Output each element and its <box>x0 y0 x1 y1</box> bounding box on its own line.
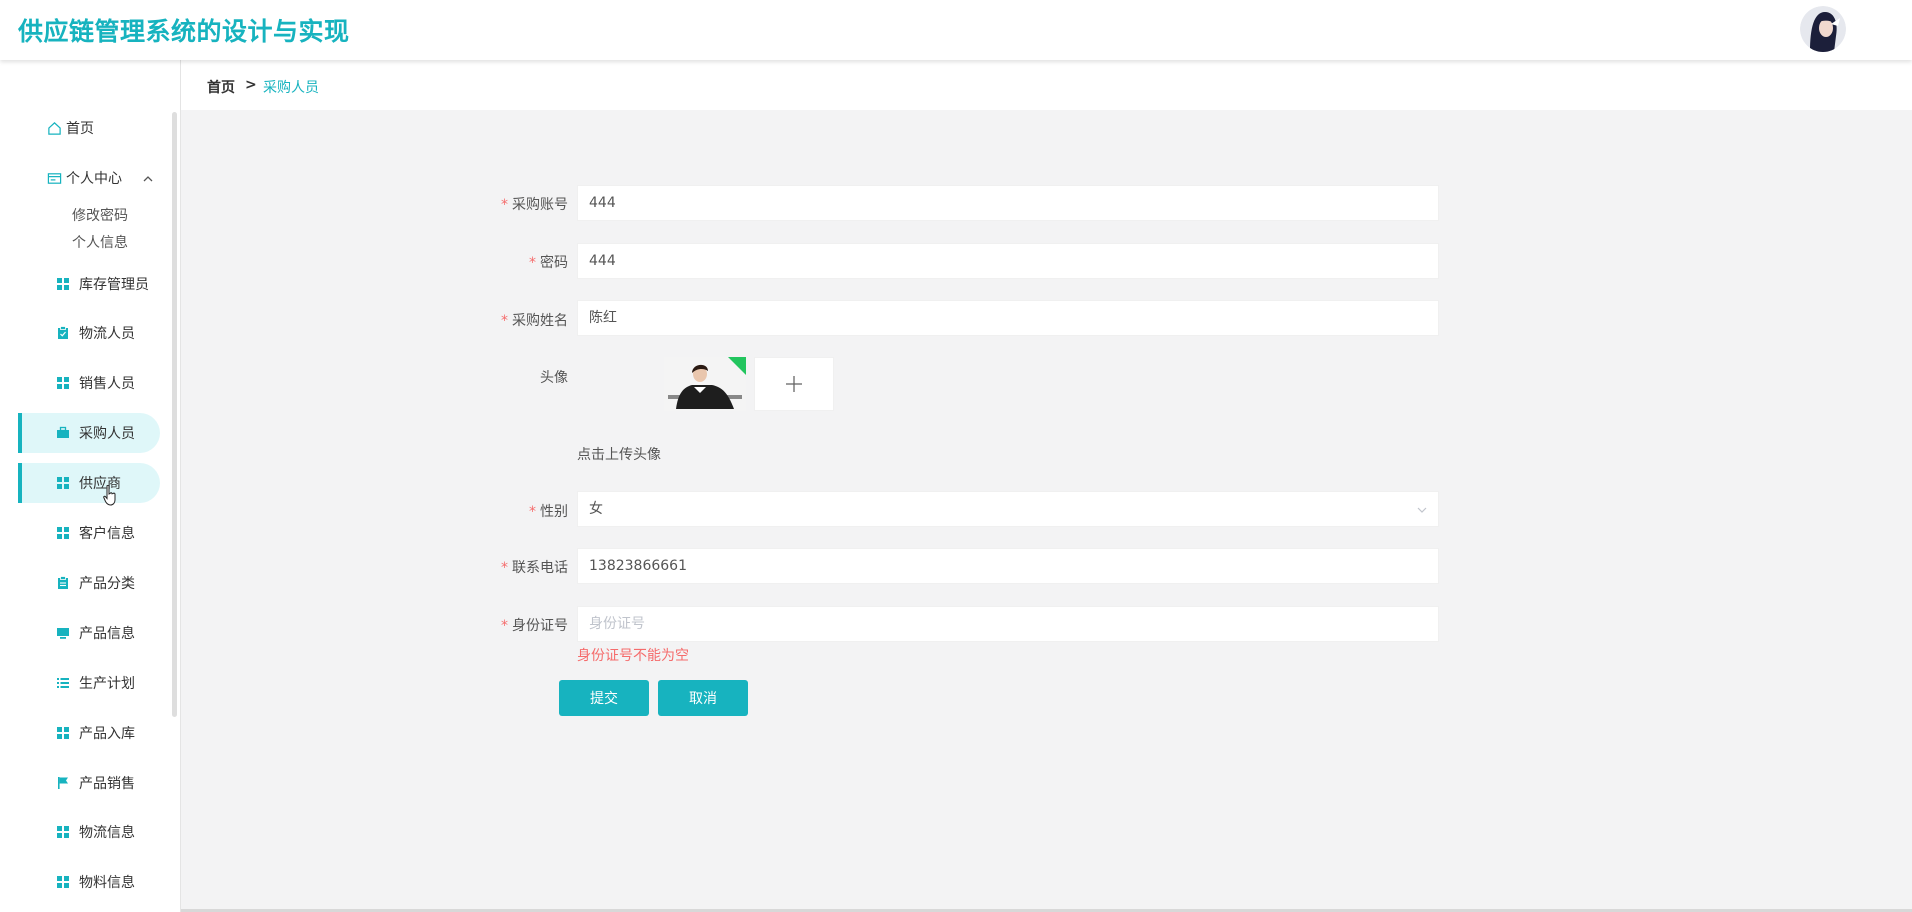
sidebar-item-personal-center[interactable]: 个人中心 <box>47 168 122 188</box>
sidebar-item-label: 物流信息 <box>79 825 135 841</box>
gender-select[interactable]: 女 <box>577 491 1439 527</box>
sidebar-item-sales-staff[interactable]: 销售人员 <box>18 363 160 403</box>
sidebar-subitem-change-password[interactable]: 修改密码 <box>72 205 128 225</box>
sidebar-item-customer-info[interactable]: 客户信息 <box>18 513 160 553</box>
phone-label: * 联系电话 <box>501 560 568 576</box>
sidebar-item-inventory-admin[interactable]: 库存管理员 <box>18 264 160 304</box>
grid-icon <box>57 477 69 489</box>
sidebar-item-label: 产品分类 <box>79 576 135 592</box>
sidebar-item-production-plan[interactable]: 生产计划 <box>18 663 160 703</box>
monitor-icon <box>57 628 69 639</box>
plus-icon <box>786 376 802 392</box>
avatar-thumbnail[interactable] <box>664 357 746 411</box>
password-label: * 密码 <box>529 255 568 271</box>
sidebar-item-label: 产品销售 <box>79 776 135 792</box>
sidebar-item-product-info[interactable]: 产品信息 <box>18 613 160 653</box>
briefcase-icon <box>57 426 69 438</box>
top-bar: 供应链管理系统的设计与实现 <box>0 0 1912 60</box>
sidebar: 首页 个人中心 修改密码 个人信息 库存管理员 物流人员 销售人员 采购人员 供… <box>0 60 181 912</box>
breadcrumb-home[interactable]: 首页 <box>207 77 235 97</box>
sidebar-item-label: 物料信息 <box>79 875 135 891</box>
name-input[interactable]: 陈红 <box>577 300 1439 336</box>
idcard-error-message: 身份证号不能为空 <box>577 648 689 664</box>
sidebar-item-label: 产品信息 <box>79 626 135 642</box>
sidebar-item-label: 客户信息 <box>79 526 135 542</box>
sidebar-item-label: 销售人员 <box>79 376 135 392</box>
password-input[interactable]: 444 <box>577 243 1439 279</box>
sidebar-item-label: 首页 <box>66 121 94 137</box>
sidebar-item-supplier[interactable]: 供应商 <box>18 463 160 503</box>
account-input[interactable]: 444 <box>577 185 1439 221</box>
submit-button[interactable]: 提交 <box>559 680 649 716</box>
breadcrumb-separator: > <box>245 77 257 93</box>
sidebar-item-label: 生产计划 <box>79 676 135 692</box>
grid-icon <box>57 377 69 389</box>
clipboard-icon <box>58 326 68 339</box>
sidebar-item-product-category[interactable]: 产品分类 <box>18 563 160 603</box>
chevron-up-icon[interactable] <box>142 173 154 185</box>
home-icon <box>48 121 61 135</box>
list-icon <box>57 678 69 688</box>
sidebar-item-label: 物流人员 <box>79 326 135 342</box>
sidebar-item-label: 个人中心 <box>66 171 122 187</box>
id-card-icon <box>47 172 62 184</box>
breadcrumb: 首页 > 采购人员 <box>181 60 1912 110</box>
sidebar-item-label: 产品入库 <box>79 726 135 742</box>
breadcrumb-current: 采购人员 <box>263 80 319 96</box>
grid-icon <box>57 876 69 888</box>
idcard-label: * 身份证号 <box>501 618 568 634</box>
sidebar-item-logistics-info[interactable]: 物流信息 <box>18 812 160 852</box>
chevron-down-icon <box>1417 507 1427 513</box>
clipboard-icon <box>58 576 68 589</box>
grid-icon <box>57 278 69 290</box>
gender-label: * 性别 <box>529 504 568 520</box>
sidebar-item-logistics-staff[interactable]: 物流人员 <box>18 313 160 353</box>
sidebar-scrollbar[interactable] <box>172 112 177 717</box>
app-title: 供应链管理系统的设计与实现 <box>18 17 350 46</box>
idcard-input[interactable]: 身份证号 <box>577 606 1439 642</box>
account-label: * 采购账号 <box>501 197 568 213</box>
sidebar-item-label: 库存管理员 <box>79 277 149 293</box>
gender-select-value: 女 <box>589 501 603 517</box>
sidebar-item-home[interactable]: 首页 <box>47 118 94 138</box>
user-avatar[interactable] <box>1800 6 1846 52</box>
sidebar-item-material-info[interactable]: 物料信息 <box>18 862 160 902</box>
cancel-button[interactable]: 取消 <box>658 680 748 716</box>
avatar-upload-hint: 点击上传头像 <box>577 447 661 463</box>
avatar-upload-button[interactable] <box>754 357 834 411</box>
sidebar-item-label: 采购人员 <box>79 426 135 442</box>
mouse-cursor-icon <box>103 485 116 506</box>
sidebar-item-purchasing-staff[interactable]: 采购人员 <box>18 413 160 453</box>
sidebar-subitem-personal-info[interactable]: 个人信息 <box>72 232 128 252</box>
name-label: * 采购姓名 <box>501 313 568 329</box>
phone-input[interactable]: 13823866661 <box>577 548 1439 584</box>
grid-icon <box>57 527 69 539</box>
grid-icon <box>57 826 69 838</box>
flag-icon <box>58 777 68 789</box>
sidebar-item-product-sales[interactable]: 产品销售 <box>18 763 160 803</box>
sidebar-item-product-warehousing[interactable]: 产品入库 <box>18 713 160 753</box>
grid-icon <box>57 727 69 739</box>
avatar-label: 头像 <box>540 370 568 386</box>
